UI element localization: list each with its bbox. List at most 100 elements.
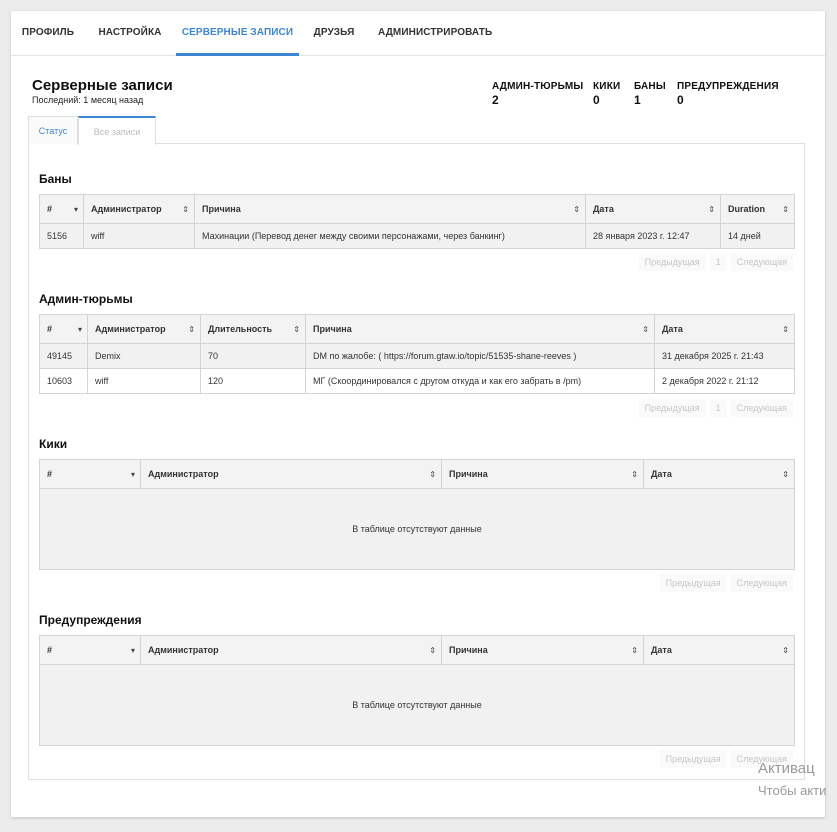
col-header[interactable]: Причина ⇕ (441, 635, 644, 665)
col-header[interactable]: Дата ⇕ (643, 459, 795, 489)
prev-button[interactable]: Предыдущая (638, 399, 706, 417)
cell-reason: Махинации (Перевод денег между своими пе… (194, 223, 586, 249)
col-label: # (47, 324, 53, 334)
stat-jails: АДМИН-ТЮРЬМЫ 2 (492, 81, 583, 107)
col-header[interactable]: Причина ⇕ (194, 194, 586, 224)
sort-icon: ⇕ (182, 205, 189, 214)
cell-date: 31 декабря 2025 г. 21:43 (654, 343, 795, 369)
empty-row: В таблице отсутствуют данные (39, 488, 795, 570)
col-header[interactable]: Администратор ⇕ (140, 459, 442, 489)
sort-icon: ⇕ (573, 205, 580, 214)
bans-title: Баны (39, 172, 72, 186)
cell-date: 28 января 2023 г. 12:47 (585, 223, 721, 249)
cell-duration: 14 дней (720, 223, 795, 249)
stat-label: КИКИ (593, 81, 621, 92)
kicks-pagination: Предыдущая Следующая (659, 574, 793, 592)
kicks-title: Кики (39, 437, 68, 451)
sort-desc-icon: ▾ (73, 205, 78, 214)
stat-value: 0 (677, 93, 684, 107)
col-label: # (47, 469, 53, 479)
cell-id: 49145 (39, 343, 88, 369)
sort-icon: ⇕ (429, 470, 436, 479)
col-label: Администратор (95, 324, 166, 334)
col-label: Дата (651, 645, 672, 655)
nav-server-records[interactable]: СЕРВЕРНЫЕ ЗАПИСИ (176, 11, 299, 56)
stat-value: 2 (492, 93, 499, 107)
tab-status[interactable]: Статус (28, 116, 78, 144)
col-label: Причина (449, 645, 488, 655)
top-nav: ПРОФИЛЬ НАСТРОЙКА СЕРВЕРНЫЕ ЗАПИСИ ДРУЗЬ… (11, 11, 825, 56)
col-header[interactable]: # ▾ (39, 459, 141, 489)
col-header[interactable]: Длительность ⇕ (200, 314, 306, 344)
cell-admin: Demix (87, 343, 201, 369)
stat-label: БАНЫ (634, 81, 666, 92)
cell-id: 5156 (39, 223, 84, 249)
col-header[interactable]: Дата ⇕ (654, 314, 795, 344)
col-label: Администратор (148, 469, 219, 479)
cell-duration: 70 (200, 343, 306, 369)
sort-desc-icon: ▾ (130, 646, 135, 655)
jails-title: Админ-тюрьмы (39, 292, 133, 306)
sort-icon: ⇕ (631, 646, 638, 655)
cell-reason: МГ (Скоординировался с другом откуда и к… (305, 368, 655, 394)
sort-icon: ⇕ (631, 470, 638, 479)
stat-label: ПРЕДУПРЕЖДЕНИЯ (677, 81, 779, 92)
sort-icon: ⇕ (782, 325, 789, 334)
col-label: Дата (662, 324, 683, 334)
col-header[interactable]: Причина ⇕ (441, 459, 644, 489)
cell-duration: 120 (200, 368, 306, 394)
warnings-table: # ▾ Администратор ⇕ Причина ⇕ Дата ⇕ В табли… (39, 635, 795, 746)
table-row: 10603 wiff 120 МГ (Скоординировался с др… (39, 368, 795, 394)
nav-settings[interactable]: НАСТРОЙКА (95, 11, 165, 56)
prev-button[interactable]: Предыдущая (638, 253, 706, 271)
empty-row: В таблице отсутствуют данные (39, 664, 795, 746)
sort-icon: ⇕ (293, 325, 300, 334)
col-header[interactable]: # ▾ (39, 635, 141, 665)
col-header[interactable]: Дата ⇕ (643, 635, 795, 665)
cell-admin: wiff (87, 368, 201, 394)
sort-icon: ⇕ (708, 205, 715, 214)
stat-kicks: КИКИ 0 (593, 81, 620, 107)
col-header[interactable]: Администратор ⇕ (83, 194, 195, 224)
nav-profile[interactable]: ПРОФИЛЬ (15, 11, 81, 56)
col-label: Дата (651, 469, 672, 479)
col-header[interactable]: Администратор ⇕ (140, 635, 442, 665)
col-header[interactable]: Дата ⇕ (585, 194, 721, 224)
empty-message: В таблице отсутствуют данные (39, 488, 795, 570)
nav-administrate[interactable]: АДМИНИСТРИРОВАТЬ (378, 11, 492, 56)
cell-reason: DM по жалобе: ( https://forum.gtaw.io/to… (305, 343, 655, 369)
warnings-title: Предупреждения (39, 613, 142, 627)
col-header[interactable]: Причина ⇕ (305, 314, 655, 344)
page-button[interactable]: 1 (709, 399, 727, 417)
bans-pagination: Предыдущая 1 Следующая (638, 253, 793, 271)
page-title: Серверные записи (32, 77, 173, 94)
next-button[interactable]: Следующая (730, 399, 793, 417)
cell-id: 10603 (39, 368, 88, 394)
jails-pagination: Предыдущая 1 Следующая (638, 399, 793, 417)
cell-admin: wiff (83, 223, 195, 249)
tab-all-records[interactable]: Все записи (78, 116, 156, 145)
sort-icon: ⇕ (429, 646, 436, 655)
col-label: Причина (449, 469, 488, 479)
col-label: Администратор (91, 204, 162, 214)
bans-table: # ▾ Администратор ⇕ Причина ⇕ Дата ⇕ Duratio… (39, 194, 795, 249)
col-header[interactable]: # ▾ (39, 194, 84, 224)
col-header[interactable]: Duration ⇕ (720, 194, 795, 224)
main-card: ПРОФИЛЬ НАСТРОЙКА СЕРВЕРНЫЕ ЗАПИСИ ДРУЗЬ… (11, 11, 825, 817)
page-button[interactable]: 1 (709, 253, 727, 271)
col-header[interactable]: # ▾ (39, 314, 88, 344)
sort-desc-icon: ▾ (130, 470, 135, 479)
col-label: Duration (728, 204, 765, 214)
col-header[interactable]: Администратор ⇕ (87, 314, 201, 344)
prev-button[interactable]: Предыдущая (659, 574, 727, 592)
sort-icon: ⇕ (642, 325, 649, 334)
stat-value: 1 (634, 93, 641, 107)
nav-friends[interactable]: ДРУЗЬЯ (312, 11, 356, 56)
empty-message: В таблице отсутствуют данные (39, 664, 795, 746)
col-label: Причина (313, 324, 352, 334)
cell-date: 2 декабря 2022 г. 21:12 (654, 368, 795, 394)
prev-button[interactable]: Предыдущая (659, 750, 727, 768)
next-button[interactable]: Следующая (730, 253, 793, 271)
next-button[interactable]: Следующая (730, 574, 793, 592)
col-label: # (47, 204, 53, 214)
